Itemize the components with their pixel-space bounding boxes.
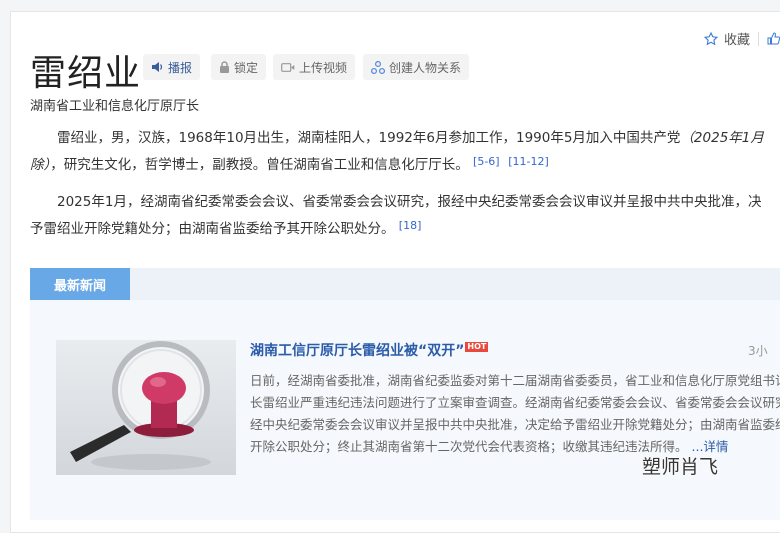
lock-label: 锁定 — [234, 60, 259, 75]
intro-p2-line1: 2025年1月，经湖南省纪委常委会会议、省委常委会会议研究，报经中央纪委常委会会… — [57, 194, 762, 210]
intro-p1-line1: 雷绍业，男，汉族，1968年10月出生，湖南桂阳人，1992年6月参加工作，19… — [57, 130, 764, 146]
play-label: 播报 — [168, 60, 193, 75]
magnifier-pushpin-image — [70, 341, 211, 470]
news-summary-line: 日前，经湖南省委批准，湖南省纪委监委对第十二届湖南省委委员，省工业和信息化厅原党… — [250, 373, 780, 388]
star-icon — [703, 31, 718, 45]
news-summary-line: 长雷绍业严重违纪违法问题进行了立案审查调查。经湖南省纪委常委会会议、省委常委会会… — [250, 395, 780, 410]
intro-paragraph-1: 雷绍业，男，汉族，1968年10月出生，湖南桂阳人，1992年6月参加工作，19… — [30, 126, 780, 177]
news-item-title[interactable]: 湖南工信厅原厅长雷绍业被“双开” HOT — [250, 340, 489, 360]
news-item-time: 3小 — [748, 344, 768, 358]
reference-link-18[interactable]: [18] — [399, 219, 422, 232]
intro-p1-line2: 除），研究生文化，哲学博士，副教授。曾任湖南省工业和信息化厅厅长。 [5-6] … — [30, 155, 549, 173]
play-button[interactable]: 播报 — [143, 54, 201, 80]
like-button[interactable] — [767, 32, 780, 45]
top-actions: 收藏 — [703, 29, 780, 48]
favorite-label: 收藏 — [723, 33, 750, 48]
speaker-icon — [152, 62, 163, 72]
hot-badge: HOT — [465, 342, 489, 352]
tab-latest-news[interactable]: 最新新闻 — [30, 268, 130, 300]
lock-icon — [220, 61, 229, 73]
thumbs-up-icon — [767, 32, 780, 45]
news-thumbnail[interactable] — [56, 340, 236, 475]
favorite-button[interactable]: 收藏 — [703, 29, 750, 48]
upload-video-button[interactable]: 上传视频 — [273, 54, 356, 80]
relation-icon — [371, 60, 385, 74]
divider — [758, 31, 759, 46]
person-subtitle: 湖南省工业和信息化厅原厅长 — [30, 99, 200, 114]
news-item-summary: 日前，经湖南省委批准，湖南省纪委监委对第十二届湖南省委委员，省工业和信息化厅原党… — [250, 370, 780, 458]
reference-link-5-6[interactable]: [5-6] — [473, 155, 500, 168]
create-relation-button[interactable]: 创建人物关系 — [363, 54, 470, 80]
reference-link-11-12[interactable]: [11-12] — [508, 155, 549, 168]
upload-video-label: 上传视频 — [299, 60, 348, 75]
page-title: 雷绍业 — [30, 53, 142, 94]
lock-button[interactable]: 锁定 — [211, 54, 267, 80]
create-relation-label: 创建人物关系 — [389, 60, 462, 75]
news-tab-bar — [30, 268, 780, 300]
intro-p2-line2: 予雷绍业开除党籍处分；由湖南省监委给予其开除公职处分。 [18] — [30, 219, 422, 237]
news-summary-line: 经中央纪委常委会会议审议并呈报中共中央批准，决定给予雷绍业开除党籍处分；由湖南省… — [250, 417, 780, 432]
watermark-text: 塑师肖飞 — [642, 456, 719, 478]
intro-paragraph-2: 2025年1月，经湖南省纪委常委会会议、省委常委会会议研究，报经中央纪委常委会会… — [30, 190, 780, 241]
video-icon — [281, 62, 295, 72]
news-summary-line: 开除公职处分；终止其湖南省第十二次党代会代表资格；收缴其违纪违法所得。 — [250, 439, 688, 454]
